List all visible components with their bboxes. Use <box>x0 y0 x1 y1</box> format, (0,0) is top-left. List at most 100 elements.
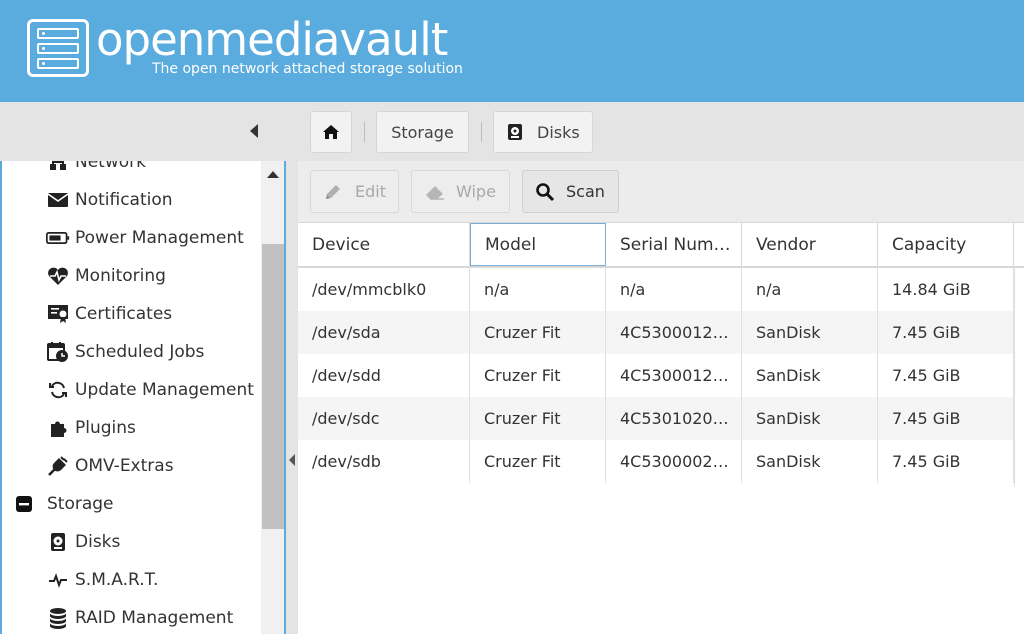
sidebar-item-update-management[interactable]: Update Management <box>2 371 262 409</box>
breadcrumb-storage-label: Storage <box>391 122 454 142</box>
sidebar-item-label: Certificates <box>75 304 173 324</box>
table-header: Device Model Serial Num… Vendor Capacity <box>298 223 1024 268</box>
scroll-up-icon[interactable] <box>267 171 279 178</box>
sidebar-item-smart[interactable]: S.M.A.R.T. <box>2 561 262 599</box>
table-row[interactable]: /dev/sdd Cruzer Fit 4C5300012… SanDisk 7… <box>298 354 1014 397</box>
table-row[interactable]: /dev/sdb Cruzer Fit 4C5300002… SanDisk 7… <box>298 440 1014 483</box>
cell-capacity: 7.45 GiB <box>878 440 1014 483</box>
cell-serial: 4C5300012… <box>606 354 742 397</box>
sidebar-item-raid-management[interactable]: RAID Management <box>2 599 262 634</box>
sidebar-item-label: Monitoring <box>75 266 166 286</box>
breadcrumb-home[interactable] <box>310 111 352 153</box>
pulse-icon <box>46 568 70 592</box>
sidebar-item-notification[interactable]: Notification <box>2 181 262 219</box>
breadcrumb-disks[interactable]: Disks <box>493 111 593 153</box>
cell-capacity: 7.45 GiB <box>878 311 1014 354</box>
cell-model: Cruzer Fit <box>470 440 606 483</box>
cell-device: /dev/mmcblk0 <box>298 268 470 311</box>
network-icon <box>46 161 70 174</box>
sidebar-item-label: Notification <box>75 190 173 210</box>
column-header-vendor[interactable]: Vendor <box>742 223 878 266</box>
puzzle-icon <box>46 416 70 440</box>
sidebar-item-monitoring[interactable]: Monitoring <box>2 257 262 295</box>
table-row[interactable]: /dev/sda Cruzer Fit 4C5300012… SanDisk 7… <box>298 311 1014 354</box>
disk-icon <box>508 124 522 140</box>
collapse-sidebar-icon[interactable] <box>250 124 258 138</box>
breadcrumb-disks-label: Disks <box>537 122 580 142</box>
battery-icon <box>46 226 70 250</box>
scan-button-label: Scan <box>566 182 605 201</box>
table-row[interactable]: /dev/mmcblk0 n/a n/a n/a 14.84 GiB <box>298 268 1014 311</box>
sidebar-group-label: Storage <box>47 494 114 514</box>
scan-button[interactable]: Scan <box>522 170 619 213</box>
sidebar-item-omv-extras[interactable]: OMV-Extras <box>2 447 262 485</box>
app-subtitle: The open network attached storage soluti… <box>152 61 463 77</box>
server-logo-icon <box>27 19 89 77</box>
breadcrumb-bar: Storage Disks <box>0 102 1024 161</box>
sidebar-item-network[interactable]: Network <box>2 161 262 181</box>
cell-vendor: SanDisk <box>742 440 878 483</box>
minus-square-icon <box>12 492 36 516</box>
sidebar-item-scheduled-jobs[interactable]: Scheduled Jobs <box>2 333 262 371</box>
column-header-device[interactable]: Device <box>298 223 470 266</box>
column-header-serial[interactable]: Serial Num… <box>606 223 742 266</box>
envelope-icon <box>46 188 70 212</box>
panel-splitter[interactable] <box>286 161 298 634</box>
sidebar-item-label: Power Management <box>75 228 244 248</box>
cell-device: /dev/sdd <box>298 354 470 397</box>
cell-vendor: SanDisk <box>742 397 878 440</box>
sidebar-item-label: Network <box>75 161 146 172</box>
sidebar-item-label: RAID Management <box>75 608 234 628</box>
cell-capacity: 7.45 GiB <box>878 354 1014 397</box>
cell-serial: 4C5300012… <box>606 311 742 354</box>
sidebar-item-label: Scheduled Jobs <box>75 342 205 362</box>
column-header-capacity[interactable]: Capacity <box>878 223 1014 266</box>
app-header: openmediavault The open network attached… <box>0 0 1024 102</box>
sidebar-item-plugins[interactable]: Plugins <box>2 409 262 447</box>
sync-icon <box>46 378 70 402</box>
cell-device: /dev/sdc <box>298 397 470 440</box>
heartbeat-icon <box>46 264 70 288</box>
cell-model: Cruzer Fit <box>470 397 606 440</box>
edit-button[interactable]: Edit <box>310 170 399 213</box>
eraser-icon <box>426 185 444 200</box>
cell-serial: 4C5301020… <box>606 397 742 440</box>
certificate-icon <box>46 302 70 326</box>
collapse-arrow-icon[interactable] <box>289 454 295 466</box>
breadcrumb-storage[interactable]: Storage <box>376 111 469 153</box>
cell-capacity: 14.84 GiB <box>878 268 1014 311</box>
cell-model: n/a <box>470 268 606 311</box>
calendar-clock-icon <box>46 340 70 364</box>
home-icon <box>323 125 339 139</box>
cell-device: /dev/sdb <box>298 440 470 483</box>
cell-device: /dev/sda <box>298 311 470 354</box>
disks-panel: Edit Wipe Scan Device Model Serial Num… … <box>298 161 1024 634</box>
cell-model: Cruzer Fit <box>470 311 606 354</box>
app-title: openmediavault <box>96 13 448 66</box>
sidebar-item-label: Plugins <box>75 418 136 438</box>
sidebar-group-storage[interactable]: Storage <box>2 485 262 523</box>
sidebar-item-label: Disks <box>75 532 121 552</box>
plug-icon <box>46 454 70 478</box>
sidebar-item-power-management[interactable]: Power Management <box>2 219 262 257</box>
column-divider <box>1014 268 1015 487</box>
sidebar-scrollbar-thumb[interactable] <box>262 244 284 529</box>
table-row[interactable]: /dev/sdc Cruzer Fit 4C5301020… SanDisk 7… <box>298 397 1014 440</box>
sidebar-item-label: Update Management <box>75 380 254 400</box>
edit-button-label: Edit <box>355 182 386 201</box>
cell-vendor: SanDisk <box>742 311 878 354</box>
cell-serial: 4C5300002… <box>606 440 742 483</box>
cell-vendor: n/a <box>742 268 878 311</box>
sidebar-item-disks[interactable]: Disks <box>2 523 262 561</box>
column-header-model[interactable]: Model <box>470 223 606 266</box>
cell-model: Cruzer Fit <box>470 354 606 397</box>
sidebar-item-certificates[interactable]: Certificates <box>2 295 262 333</box>
wipe-button-label: Wipe <box>456 182 496 201</box>
navigation-sidebar: Network Notification Power Management Mo… <box>0 161 286 634</box>
search-icon <box>536 182 555 201</box>
cell-vendor: SanDisk <box>742 354 878 397</box>
cell-serial: n/a <box>606 268 742 311</box>
database-icon <box>46 606 70 630</box>
wipe-button[interactable]: Wipe <box>411 170 510 213</box>
action-toolbar: Edit Wipe Scan <box>298 161 1024 223</box>
